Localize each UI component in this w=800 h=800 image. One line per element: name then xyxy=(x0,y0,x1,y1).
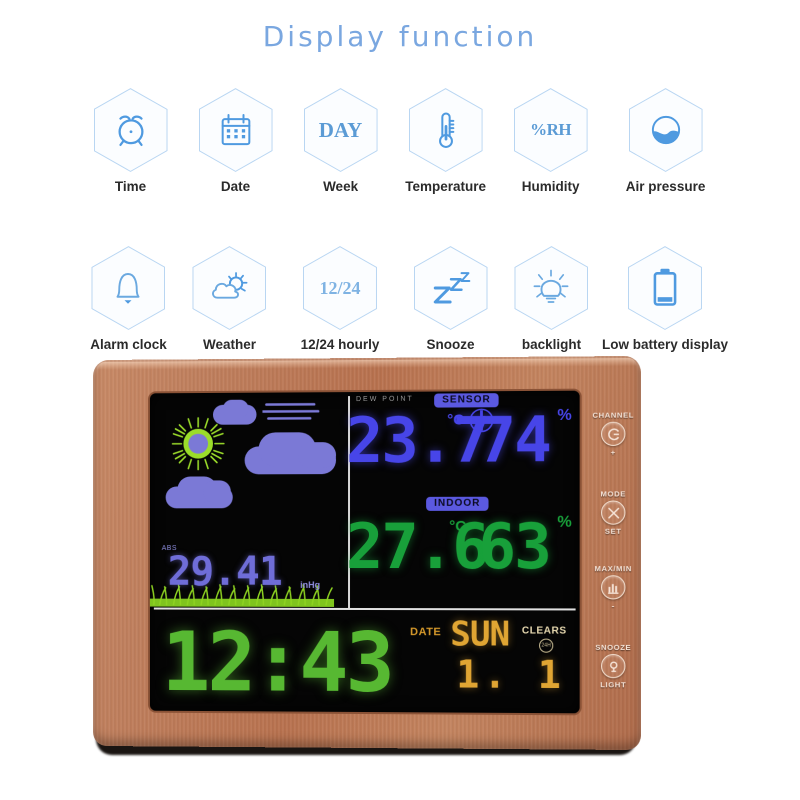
feature-row-2: Alarm clock Weather 12/24 12/24 hourly S… xyxy=(78,246,728,352)
max-min-button[interactable]: MAX/MIN - xyxy=(586,564,641,611)
date-value: 1. 1 xyxy=(456,652,565,698)
channel-button[interactable]: CHANNEL + xyxy=(586,410,641,458)
thermometer-icon xyxy=(408,88,483,172)
snooze-light-button[interactable]: SNOOZE LIGHT xyxy=(586,643,641,690)
alarm-clock-icon xyxy=(93,88,168,172)
feature-label: Time xyxy=(114,179,147,194)
feature-date[interactable]: Date xyxy=(183,88,288,194)
button-column: CHANNEL + MODE SET MAX/MIN - SNOOZE LIGH… xyxy=(586,396,641,719)
percent-rh-icon: %RH xyxy=(513,88,588,172)
percent-rh-glyph: %RH xyxy=(530,120,572,139)
outdoor-humidity-unit: % xyxy=(557,406,572,425)
bell-icon xyxy=(91,246,166,330)
frame-highlight xyxy=(96,357,637,370)
clears-24h-icon: 24H xyxy=(539,638,554,653)
twelve-twentyfour-glyph: 12/24 xyxy=(319,277,361,298)
feature-alarm-clock[interactable]: Alarm clock xyxy=(78,246,179,352)
feature-label: Low battery display xyxy=(601,337,728,352)
feature-label: Snooze xyxy=(426,337,475,352)
mode-button-sublabel: SET xyxy=(604,526,622,536)
snooze-light-icon xyxy=(601,653,626,679)
feature-label: Date xyxy=(220,179,251,194)
feature-time[interactable]: Time xyxy=(78,88,183,194)
feature-label: 12/24 hourly xyxy=(300,337,380,352)
feature-label: backlight xyxy=(521,337,582,352)
channel-button-sublabel: + xyxy=(610,447,616,458)
feature-label: Temperature xyxy=(405,179,486,194)
clears-label: CLEARS xyxy=(521,625,567,637)
barometer-value: 29.41 xyxy=(167,549,282,595)
indoor-badge: INDOOR xyxy=(426,496,489,511)
device-wood-frame: ABS 29.41 inHg DEW POINT SENSOR 23.7 °C … xyxy=(93,355,641,751)
indoor-temperature-value: 27.6 xyxy=(346,509,488,584)
feature-12-24-hourly[interactable]: 12/24 12/24 hourly xyxy=(280,246,400,352)
feature-weather[interactable]: Weather xyxy=(179,246,280,352)
indoor-humidity-unit: % xyxy=(557,513,572,531)
lightbulb-icon xyxy=(514,246,589,330)
feature-grid: Time Date DAY Week Temperature %RH Humid… xyxy=(78,88,728,352)
readings-panel: DEW POINT SENSOR 23.7 °C 74 % INDOOR 27.… xyxy=(346,391,580,608)
feature-label: Alarm clock xyxy=(90,337,167,352)
twelve-twentyfour-icon: 12/24 xyxy=(302,246,377,330)
feature-air-pressure[interactable]: Air pressure xyxy=(603,88,728,194)
feature-backlight[interactable]: backlight xyxy=(501,246,602,352)
lcd-screen: ABS 29.41 inHg DEW POINT SENSOR 23.7 °C … xyxy=(149,390,580,714)
light-button-sublabel: LIGHT xyxy=(600,680,627,690)
mode-button[interactable]: MODE SET xyxy=(586,489,641,536)
date-label: DATE xyxy=(410,626,442,639)
barometer-icon xyxy=(628,88,703,172)
channel-button-label: CHANNEL xyxy=(592,410,635,420)
feature-snooze[interactable]: Snooze xyxy=(400,246,501,352)
channel-icon xyxy=(601,421,626,447)
indoor-temperature-unit: °C xyxy=(449,517,467,535)
sun-cloud-icon xyxy=(192,246,267,330)
feature-label: Week xyxy=(323,179,359,194)
outdoor-temperature-value: 23.7 xyxy=(346,403,488,478)
snooze-button-label: SNOOZE xyxy=(595,642,632,653)
mode-button-label: MODE xyxy=(600,489,626,499)
outdoor-temperature-unit: °C xyxy=(447,411,465,429)
feature-humidity[interactable]: %RH Humidity xyxy=(498,88,603,194)
panel-divider-horizontal xyxy=(153,607,576,611)
feature-week[interactable]: DAY Week xyxy=(288,88,393,194)
max-min-button-label: MAX/MIN xyxy=(594,564,632,574)
feature-label: Humidity xyxy=(521,179,580,194)
calendar-icon xyxy=(198,88,273,172)
feature-row-1: Time Date DAY Week Temperature %RH Humid… xyxy=(78,88,728,194)
mode-set-icon xyxy=(601,500,626,525)
feature-label: Air pressure xyxy=(625,179,706,194)
max-min-button-sublabel: - xyxy=(611,601,615,611)
barometer-readout: ABS 29.41 inHg xyxy=(150,544,348,606)
weather-station-device: ABS 29.41 inHg DEW POINT SENSOR 23.7 °C … xyxy=(90,355,641,758)
page-title: Display function xyxy=(262,20,538,53)
sun-behind-clouds-icon xyxy=(160,398,343,518)
indoor-humidity-value: 63 xyxy=(478,509,550,584)
clock-time: 12:43 xyxy=(161,615,392,712)
day-glyph: DAY xyxy=(318,117,363,142)
weekday-value: SUN xyxy=(450,614,510,655)
feature-low-battery[interactable]: Low battery display xyxy=(602,246,728,352)
zzz-icon xyxy=(413,246,488,330)
day-text-icon: DAY xyxy=(303,88,378,172)
feature-label: Weather xyxy=(202,337,256,352)
dew-point-label: DEW POINT xyxy=(356,395,414,404)
battery-icon xyxy=(627,246,702,330)
weather-panel: ABS 29.41 inHg xyxy=(149,392,348,607)
barometer-unit: inHg xyxy=(300,579,321,590)
feature-temperature[interactable]: Temperature xyxy=(393,88,498,194)
clock-panel: 12:43 DATE SUN CLEARS 24H 1. 1 xyxy=(150,612,580,714)
outdoor-humidity-value: 74 xyxy=(478,402,550,477)
max-min-icon xyxy=(601,575,626,600)
